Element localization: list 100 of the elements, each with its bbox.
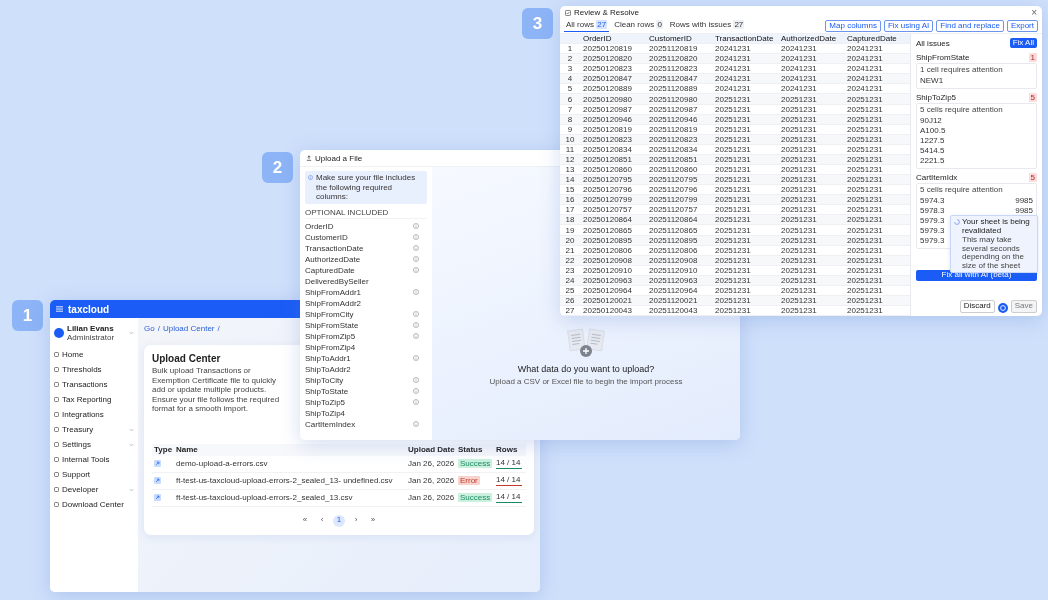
row-number: 26 [564,296,576,306]
table-cell-text: 20251120795 [648,175,699,185]
column-item: ShipToAddr2 [305,363,352,375]
file-name: demo-upload-a-errors.csv [176,459,269,468]
table-cell-text: 20251231 [714,215,752,225]
table-cell-text: 20241231 [714,84,752,94]
table-cell-text: 20251120819 [648,124,699,134]
table-cell-text: 20251231 [780,124,818,134]
table-cell-text: 20251231 [714,265,752,275]
table-cell-text: 20251231 [846,94,884,104]
table-cell-text: 20251231 [846,144,884,154]
drop-title: What data do you want to upload? [517,364,655,374]
table-cell-text: 20251231 [780,195,818,205]
column-item: ShipToCity [305,374,427,386]
issue-count: 1 [1028,53,1037,62]
column-header: TransactionDate [714,34,775,44]
file-name: ft-test-us-taxcloud-upload-errors-2_sealed_13.csv [176,493,354,502]
table-cell-text: 20241231 [846,74,884,84]
table-cell-text: 20251231 [714,225,752,235]
table-cell-text: 20251120806 [648,245,699,255]
table-cell-text: 20241231 [714,64,752,74]
column-item: ShipToZip4 [305,407,347,419]
row-number: 27 [564,306,576,316]
table-cell-text: 20250120795 [582,175,633,185]
step-badge: 2 [262,152,293,183]
breadcrumb-separator: / [157,324,160,333]
table-cell-text: 20251231 [714,185,752,195]
row-number: 16 [564,195,576,205]
table-cell-text: 20251231 [846,265,884,275]
table-cell-text: 20251231 [846,124,884,134]
issue-amount: 9985 [1015,195,1033,205]
table-cell-text: 20251120864 [648,215,699,225]
user-role: Administrator [67,333,116,342]
table-cell-text: 20251120908 [648,255,699,265]
column-item: ShipFromState [305,319,427,331]
file-name: ft-test-us-taxcloud-upload-errors-2_sealed_13- undefined.csv [176,476,394,485]
table-cell-text: 20251120043 [648,306,699,316]
table-cell-text: 20251120895 [648,235,699,245]
table-cell-text: 20241231 [780,44,818,54]
table-cell-text: 20251120860 [648,165,699,175]
row-number: 6 [566,94,574,104]
row-number: 4 [566,74,574,84]
row-number: 10 [564,134,576,144]
column-header: Upload Date [408,445,456,454]
table-cell-text: 20251120823 [648,64,699,74]
table-cell-text: 20251231 [714,124,752,134]
card-title: Upload Center [152,353,221,364]
row-number: 20 [564,235,576,245]
issue-summary: 5 cells require attention [920,105,1004,115]
table-cell-text: 20250120819 [582,44,633,54]
table-cell-text: 20250120820 [582,54,633,64]
row-number: 8 [566,114,574,124]
drop-hint: Upload a CSV or Excel file to begin the import process [489,377,683,386]
table-cell-text: 20251120819 [648,44,699,54]
table-cell-text: 20251231 [780,306,818,316]
column-item: CartItemIndex [305,418,427,430]
breadcrumb-separator: / [217,324,220,333]
rows-count: 14 / 14 [496,492,522,501]
row-number: 15 [564,185,576,195]
table-cell-text: 20251120834 [648,144,699,154]
table-cell-text: 20250120819 [582,124,633,134]
table-cell-text: 20250120864 [582,215,633,225]
table-cell-text: 20251231 [846,175,884,185]
row-number: 25 [564,286,576,295]
table-cell-text: 20251231 [714,296,752,306]
upload-date: Jan 26, 2026 [408,459,456,468]
column-header: AuthorizedDate [780,34,838,44]
table-cell-text: 20251231 [780,225,818,235]
table-cell-text: 20251120757 [648,205,699,215]
row-number: 7 [566,104,574,114]
table-cell-text: 20251231 [846,255,884,265]
column-item: ShipToAddr1 [305,352,427,364]
table-cell-text: 20251231 [714,175,752,185]
table-cell-text: 20251231 [714,104,752,114]
column-header: CustomerID [648,34,693,44]
table-cell-text: 20251231 [846,104,884,114]
column-item: ShipFromZip4 [305,341,357,353]
column-header: OrderID [582,34,613,44]
table-cell-text: 20251231 [780,154,818,164]
table-cell-text: 20251120820 [648,54,699,64]
table-cell-text: 20251231 [780,114,818,124]
panel-title: All issues [916,38,950,48]
table-cell-text: 20251231 [780,165,818,175]
row-number: 17 [564,205,576,215]
table-cell-text: 20250120910 [582,265,633,275]
table-cell-text: 20251231 [846,306,884,316]
table-cell-text: 20251231 [714,114,752,124]
table-cell-text: 20251231 [846,185,884,195]
row-number: 9 [566,124,574,134]
row-number: 3 [566,64,574,74]
status-tag: Success [458,493,493,502]
column-item: CapturedDate [305,264,427,276]
step-badge: 1 [12,300,43,331]
column-item: ShipToState [305,385,427,397]
table-cell-text: 20251231 [780,175,818,185]
issue-count: 5 [1028,173,1037,182]
table-cell-text: 20251231 [714,195,752,205]
table-cell-text: 20250120043 [582,306,633,316]
table-cell-text: 20251120963 [648,275,699,285]
logo: taxcloud [68,303,110,315]
